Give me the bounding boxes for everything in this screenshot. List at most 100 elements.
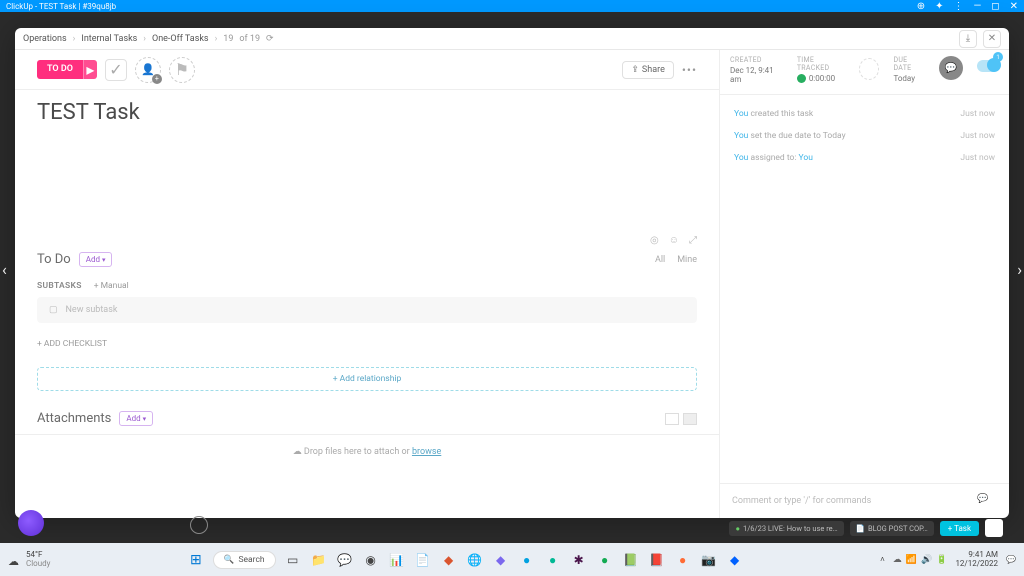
minimize-modal-button[interactable]: ⤓ bbox=[959, 30, 977, 48]
date: 12/12/2022 bbox=[955, 560, 998, 569]
attachment-dropzone[interactable]: ☁ Drop files here to attach or browse bbox=[15, 434, 719, 469]
start-button[interactable]: ⊞ bbox=[187, 551, 205, 569]
status-next-button[interactable]: ▸ bbox=[83, 60, 97, 79]
taskbar-search[interactable]: 🔍 Search bbox=[213, 551, 276, 569]
task-title[interactable]: TEST Task bbox=[37, 100, 697, 125]
add-relationship-button[interactable]: + Add relationship bbox=[37, 367, 697, 391]
breadcrumb-item[interactable]: One-Off Tasks bbox=[152, 34, 209, 44]
tray-doc-1[interactable]: ●1/6/23 LIVE: How to use re… bbox=[729, 521, 843, 536]
estimate-icon[interactable] bbox=[859, 58, 880, 80]
extension-icon[interactable]: ✦ bbox=[935, 1, 943, 12]
excel-icon[interactable]: 📗 bbox=[622, 551, 640, 569]
tray-doc-2[interactable]: 📄BLOG POST COP… bbox=[850, 521, 934, 536]
due-value[interactable]: Today bbox=[893, 74, 925, 83]
chevron-right-icon: › bbox=[73, 34, 76, 44]
app-icon[interactable]: ● bbox=[596, 551, 614, 569]
clock[interactable]: 9:41 AM 12/12/2022 bbox=[955, 551, 998, 569]
volume-icon[interactable]: 🔊 bbox=[921, 555, 932, 565]
close-modal-button[interactable]: ✕ bbox=[983, 30, 1001, 48]
battery-icon[interactable]: 🔋 bbox=[936, 555, 947, 565]
todo-section-label: To Do bbox=[37, 252, 71, 267]
due-label: DUE DATE bbox=[893, 56, 925, 72]
wifi-icon[interactable]: 📶 bbox=[906, 555, 917, 565]
browse-link[interactable]: browse bbox=[412, 447, 441, 457]
time-tracked-value[interactable]: 0:00:00 bbox=[797, 74, 845, 83]
send-icon[interactable]: 💬 bbox=[977, 494, 997, 508]
priority-flag[interactable]: ⚑ bbox=[169, 57, 195, 83]
notifications-icon[interactable]: 💬 bbox=[1006, 555, 1016, 564]
emoji-icon[interactable]: ☺ bbox=[669, 235, 679, 246]
created-value: Dec 12, 9:41 am bbox=[730, 66, 783, 84]
add-checklist-button[interactable]: + ADD CHECKLIST bbox=[37, 339, 697, 349]
task-view-icon[interactable]: ▭ bbox=[284, 551, 302, 569]
activity-feed: You created this task Just now You set t… bbox=[720, 95, 1009, 483]
task-modal: Operations › Internal Tasks › One-Off Ta… bbox=[15, 28, 1009, 518]
timer-play-icon[interactable] bbox=[797, 74, 806, 83]
search-icon: 🔍 bbox=[224, 555, 235, 565]
next-task-arrow[interactable]: › bbox=[1017, 260, 1022, 279]
slack-icon[interactable]: ✱ bbox=[570, 551, 588, 569]
share-button[interactable]: ⇪ Share bbox=[622, 61, 673, 79]
chrome-icon[interactable]: 🌐 bbox=[466, 551, 484, 569]
comment-input[interactable]: Comment or type '/' for commands 💬 bbox=[720, 483, 1009, 518]
cloud-sync-icon[interactable]: ☁ bbox=[893, 555, 902, 565]
brave-icon[interactable]: ◆ bbox=[440, 551, 458, 569]
app-icon[interactable]: ● bbox=[674, 551, 692, 569]
activity-item: You set the due date to Today Just now bbox=[734, 131, 995, 141]
expand-icon[interactable]: ⤢ bbox=[689, 235, 697, 246]
clickup-icon[interactable]: ◆ bbox=[492, 551, 510, 569]
dropzone-text: Drop files here to attach or bbox=[304, 447, 412, 457]
ppt-icon[interactable]: 📊 bbox=[388, 551, 406, 569]
dropbox-icon[interactable]: ◆ bbox=[726, 551, 744, 569]
manual-sort-button[interactable]: + Manual bbox=[94, 281, 129, 291]
chevron-right-icon: › bbox=[215, 34, 218, 44]
search-label: Search bbox=[239, 555, 265, 565]
windows-taskbar: ☁ 54°F Cloudy ⊞ 🔍 Search ▭ 📁 💬 ◉ 📊 📄 ◆ 🌐… bbox=[0, 543, 1024, 576]
assignee-add[interactable]: 👤+ bbox=[135, 57, 161, 83]
close-icon[interactable]: ✕ bbox=[1010, 1, 1018, 12]
grid-view-button[interactable] bbox=[665, 413, 679, 425]
prev-task-arrow[interactable]: ‹ bbox=[2, 260, 7, 279]
list-view-button[interactable] bbox=[683, 413, 697, 425]
dell-icon[interactable]: ◉ bbox=[362, 551, 380, 569]
new-task-button[interactable]: + Task bbox=[940, 521, 979, 536]
zoom-icon[interactable]: ⊕ bbox=[917, 1, 925, 12]
comment-placeholder: Comment or type '/' for commands bbox=[732, 496, 871, 506]
add-subtask-chip[interactable]: Add bbox=[79, 252, 113, 267]
acrobat-icon[interactable]: 📕 bbox=[648, 551, 666, 569]
task-side-panel: CREATED Dec 12, 9:41 am TIME TRACKED 0:0… bbox=[719, 50, 1009, 518]
explorer-icon[interactable]: 📁 bbox=[310, 551, 328, 569]
weather-icon[interactable]: ☁ bbox=[8, 555, 19, 568]
notification-badge: 1 bbox=[993, 52, 1003, 62]
tray-chevron-icon[interactable]: ˄ bbox=[880, 555, 885, 564]
breadcrumbs[interactable]: Operations › Internal Tasks › One-Off Ta… bbox=[23, 34, 274, 44]
app-icon[interactable]: ● bbox=[518, 551, 536, 569]
breadcrumb-item[interactable]: Internal Tasks bbox=[81, 34, 137, 44]
discord-icon[interactable]: 💬 bbox=[336, 551, 354, 569]
camera-icon[interactable]: 📷 bbox=[700, 551, 718, 569]
condition: Cloudy bbox=[26, 560, 50, 568]
maximize-icon[interactable]: ◻ bbox=[991, 1, 999, 12]
app-title: ClickUp - TEST Task | #39qu8jb bbox=[6, 2, 116, 11]
minimize-icon[interactable]: — bbox=[973, 1, 981, 12]
watch-icon[interactable]: ◎ bbox=[650, 235, 659, 246]
time-tracked-label: TIME TRACKED bbox=[797, 56, 845, 72]
status-label[interactable]: TO DO bbox=[37, 60, 83, 79]
breadcrumb-item[interactable]: Operations bbox=[23, 34, 67, 44]
menu-icon[interactable]: ⋮ bbox=[953, 1, 963, 12]
more-options-button[interactable]: ••• bbox=[682, 63, 697, 77]
add-attachment-chip[interactable]: Add bbox=[119, 411, 153, 426]
status-selector[interactable]: TO DO ▸ bbox=[37, 60, 97, 79]
new-subtask-input[interactable]: ▢ New subtask bbox=[37, 297, 697, 323]
new-subtask-placeholder: New subtask bbox=[66, 305, 118, 315]
word-icon[interactable]: 📄 bbox=[414, 551, 432, 569]
complete-button[interactable]: ✓ bbox=[105, 59, 127, 81]
breadcrumb-index: 19 bbox=[223, 34, 233, 44]
chevron-right-icon: › bbox=[143, 34, 146, 44]
filter-mine[interactable]: Mine bbox=[677, 255, 697, 265]
app-icon[interactable]: ● bbox=[544, 551, 562, 569]
watchers-button[interactable]: 💬 bbox=[939, 56, 963, 80]
filter-all[interactable]: All bbox=[655, 255, 665, 265]
refresh-icon[interactable]: ⟳ bbox=[266, 34, 274, 44]
apps-grid-button[interactable] bbox=[985, 519, 1003, 537]
